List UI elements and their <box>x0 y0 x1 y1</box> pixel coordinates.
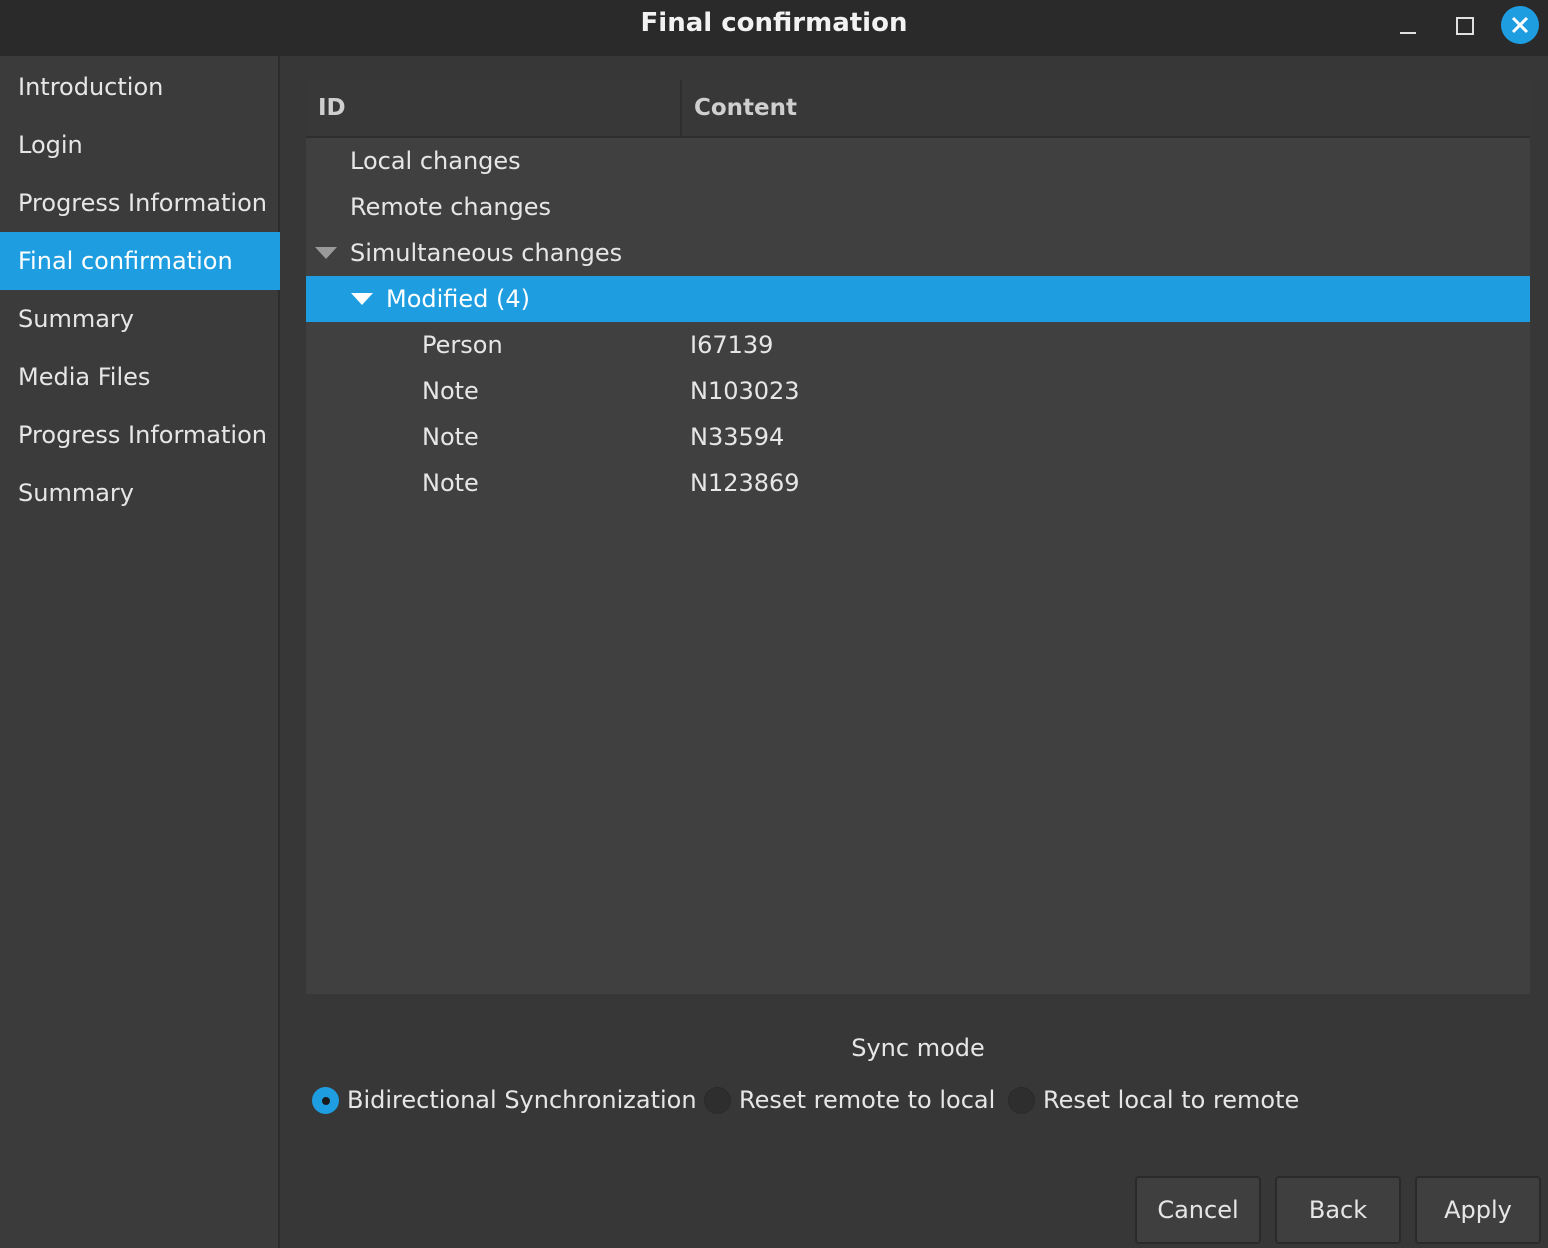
tree-row-note[interactable]: Note N103023 <box>306 368 1530 414</box>
radio-unselected-icon[interactable] <box>1008 1086 1035 1114</box>
sidebar-item-login[interactable]: Login <box>0 116 280 174</box>
tree-row-local-changes[interactable]: Local changes <box>306 138 1530 184</box>
close-icon[interactable] <box>1501 6 1539 44</box>
sidebar: Introduction Login Progress Information … <box>0 56 280 1248</box>
radio-label: Bidirectional Synchronization <box>347 1086 697 1114</box>
column-header-content[interactable]: Content <box>694 80 797 136</box>
radio-label: Reset local to remote <box>1043 1086 1300 1114</box>
title-bar: Final confirmation <box>0 0 1548 56</box>
row-id: Note <box>422 469 479 497</box>
expand-arrow-icon[interactable] <box>315 247 337 259</box>
back-button[interactable]: Back <box>1275 1176 1401 1244</box>
row-id: Person <box>422 331 503 359</box>
cancel-button[interactable]: Cancel <box>1135 1176 1261 1244</box>
tree-header: ID Content <box>306 80 1530 138</box>
row-content: N103023 <box>690 377 800 405</box>
sidebar-item-progress-information-2[interactable]: Progress Information <box>0 406 280 464</box>
row-content: N33594 <box>690 423 785 451</box>
tree-row-modified[interactable]: Modified (4) <box>306 276 1530 322</box>
sidebar-item-summary[interactable]: Summary <box>0 290 280 348</box>
row-id: Simultaneous changes <box>350 239 623 267</box>
tree-row-remote-changes[interactable]: Remote changes <box>306 184 1530 230</box>
row-id: Note <box>422 377 479 405</box>
radio-selected-icon[interactable] <box>312 1086 339 1114</box>
sync-mode-label: Sync mode <box>851 1034 985 1062</box>
row-content: N123869 <box>690 469 800 497</box>
expand-arrow-icon[interactable] <box>351 293 373 305</box>
sidebar-item-final-confirmation[interactable]: Final confirmation <box>0 232 280 290</box>
tree-row-note[interactable]: Note N33594 <box>306 414 1530 460</box>
radio-label: Reset remote to local <box>739 1086 996 1114</box>
sidebar-item-media-files[interactable]: Media Files <box>0 348 280 406</box>
maximize-icon[interactable] <box>1445 8 1483 46</box>
minimize-icon[interactable] <box>1390 8 1428 46</box>
radio-reset-remote-to-local[interactable]: Reset remote to local <box>704 1083 995 1117</box>
radio-bidirectional-sync[interactable]: Bidirectional Synchronization <box>312 1083 697 1117</box>
row-content: I67139 <box>690 331 774 359</box>
apply-button[interactable]: Apply <box>1415 1176 1541 1244</box>
sidebar-item-introduction[interactable]: Introduction <box>0 58 280 116</box>
radio-unselected-icon[interactable] <box>704 1086 731 1114</box>
row-id: Note <box>422 423 479 451</box>
column-separator[interactable] <box>680 80 682 136</box>
row-id: Remote changes <box>350 193 552 221</box>
sidebar-item-progress-information[interactable]: Progress Information <box>0 174 280 232</box>
changes-tree[interactable]: ID Content Local changes Remote changes … <box>306 80 1530 994</box>
column-header-id[interactable]: ID <box>318 80 346 136</box>
window-title: Final confirmation <box>640 8 908 38</box>
row-id: Modified (4) <box>386 285 531 313</box>
tree-row-note[interactable]: Note N123869 <box>306 460 1530 506</box>
radio-reset-local-to-remote[interactable]: Reset local to remote <box>1008 1083 1299 1117</box>
close-x-glyph <box>1511 16 1529 34</box>
tree-row-person[interactable]: Person I67139 <box>306 322 1530 368</box>
sidebar-item-summary-2[interactable]: Summary <box>0 464 280 522</box>
tree-row-simultaneous-changes[interactable]: Simultaneous changes <box>306 230 1530 276</box>
row-id: Local changes <box>350 147 521 175</box>
